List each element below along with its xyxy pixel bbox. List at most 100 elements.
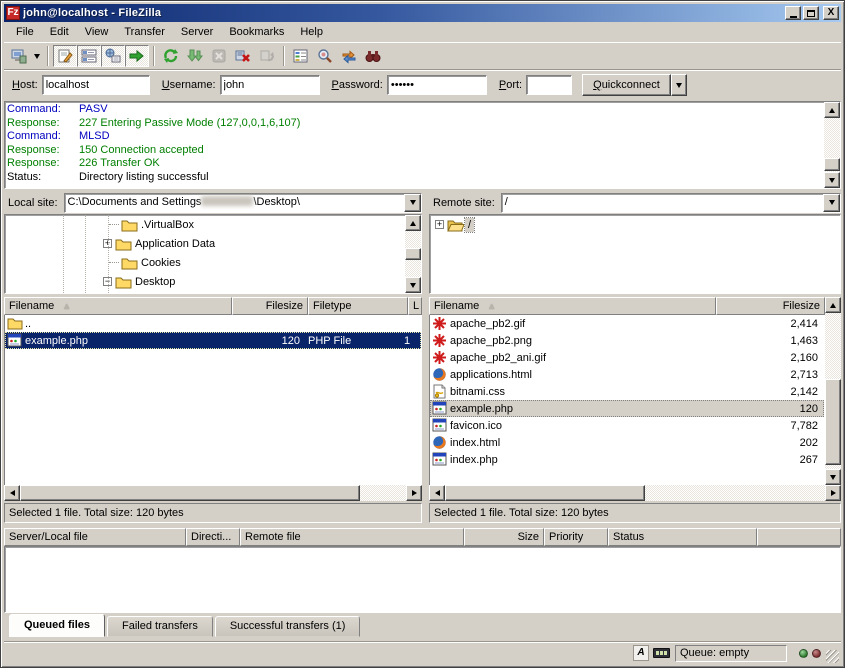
sort-asc-icon: ▲ (62, 301, 71, 311)
tree-item-root[interactable]: + / (430, 215, 840, 234)
cancel-operation-button[interactable] (207, 45, 231, 67)
scroll-down-button[interactable] (825, 469, 841, 485)
column-filesize[interactable]: Filesize (716, 297, 825, 315)
synchronized-browsing-button[interactable] (337, 45, 361, 67)
toggle-remote-treeview-button[interactable] (101, 45, 125, 67)
process-queue-button[interactable] (183, 45, 207, 67)
column-server-local-file[interactable]: Server/Local file (4, 528, 186, 546)
compare-directories-button[interactable] (313, 45, 337, 67)
column-filename[interactable]: Filename▲ (429, 297, 716, 315)
tree-item-application-data[interactable]: + Application Data (5, 234, 421, 253)
scroll-left-button[interactable] (4, 485, 20, 501)
scroll-up-button[interactable] (825, 297, 841, 313)
tab-queued-files[interactable]: Queued files (9, 614, 105, 637)
resize-grip[interactable] (826, 650, 839, 663)
tab-successful-transfers[interactable]: Successful transfers (1) (215, 616, 361, 637)
menu-view[interactable]: View (77, 23, 117, 41)
file-row[interactable]: apache_pb2_ani.gif 2,160 (430, 349, 824, 366)
scroll-up-button[interactable] (405, 215, 421, 231)
file-row[interactable]: apache_pb2.png 1,463 (430, 332, 824, 349)
scroll-right-button[interactable] (406, 485, 422, 501)
site-manager-dropdown[interactable] (31, 45, 43, 67)
message-log-box[interactable]: Command:PASV Response:227 Entering Passi… (4, 101, 841, 189)
local-hscrollbar[interactable] (4, 485, 422, 501)
queue-list[interactable] (4, 546, 841, 613)
file-row[interactable]: favicon.ico 7,782 (430, 417, 824, 434)
scroll-thumb[interactable] (825, 379, 841, 465)
remote-file-list[interactable]: apache_pb2.gif 2,414 apache_pb2.png 1,46… (429, 315, 825, 485)
remote-site-dropdown[interactable] (823, 194, 840, 212)
file-row-example-php[interactable]: example.php 120 PHP File 1 (5, 332, 421, 349)
scroll-down-button[interactable] (405, 277, 421, 293)
column-direction[interactable]: Directi... (186, 528, 240, 546)
username-input[interactable] (220, 75, 320, 95)
menu-transfer[interactable]: Transfer (116, 23, 173, 41)
tab-failed-transfers[interactable]: Failed transfers (107, 616, 213, 637)
scroll-down-button[interactable] (824, 172, 840, 188)
file-row[interactable]: bitnami.css 2,142 (430, 383, 824, 400)
column-filesize[interactable]: Filesize (232, 297, 308, 315)
directory-listing-filters-button[interactable] (289, 45, 313, 67)
close-button[interactable]: X (823, 6, 839, 20)
transfer-type-ascii-icon[interactable]: A (633, 645, 649, 661)
local-file-list[interactable]: .. example.php 120 PHP File 1 (4, 315, 422, 485)
reconnect-button[interactable] (255, 45, 279, 67)
toggle-transfer-queue-button[interactable] (125, 45, 149, 67)
data-led-red-icon (812, 649, 821, 658)
remote-tree[interactable]: + / (429, 214, 841, 294)
speed-limits-icon[interactable] (653, 648, 670, 658)
menu-edit[interactable]: Edit (42, 23, 77, 41)
host-input[interactable] (42, 75, 150, 95)
column-remote-file[interactable]: Remote file (240, 528, 464, 546)
password-label: Password: (332, 79, 383, 91)
toggle-message-log-button[interactable] (53, 45, 77, 67)
menu-bookmarks[interactable]: Bookmarks (221, 23, 292, 41)
scroll-left-button[interactable] (429, 485, 445, 501)
tree-item-desktop[interactable]: − Desktop (5, 272, 421, 291)
panel-splitter[interactable] (422, 192, 429, 523)
local-tree-scrollbar[interactable] (405, 215, 421, 293)
menu-file[interactable]: File (8, 23, 42, 41)
file-row-selected[interactable]: example.php 120 (430, 400, 824, 417)
password-input[interactable] (387, 75, 487, 95)
tree-item-virtualbox[interactable]: .VirtualBox (5, 215, 421, 234)
scroll-thumb[interactable] (20, 485, 360, 501)
quickconnect-button[interactable]: Quickconnect (582, 74, 671, 96)
scroll-thumb[interactable] (445, 485, 645, 501)
column-priority[interactable]: Priority (544, 528, 608, 546)
toggle-local-treeview-button[interactable] (77, 45, 101, 67)
maximize-button[interactable] (803, 6, 819, 20)
file-row[interactable]: index.html 202 (430, 434, 824, 451)
quickconnect-dropdown[interactable] (671, 74, 687, 96)
minimize-button[interactable] (785, 6, 801, 20)
expand-icon[interactable]: + (435, 220, 444, 229)
refresh-button[interactable] (159, 45, 183, 67)
menu-server[interactable]: Server (173, 23, 221, 41)
remote-hscrollbar[interactable] (429, 485, 841, 501)
file-row-up[interactable]: .. (5, 315, 421, 332)
file-row[interactable]: index.php 267 (430, 451, 824, 468)
scroll-up-button[interactable] (824, 102, 840, 118)
file-row[interactable]: applications.html 2,713 (430, 366, 824, 383)
local-site-dropdown[interactable] (404, 194, 421, 212)
column-filetype[interactable]: Filetype (308, 297, 408, 315)
local-tree[interactable]: .VirtualBox + Application Data Cookies −… (4, 214, 422, 294)
site-manager-button[interactable] (7, 45, 31, 67)
column-last-modified[interactable]: L (408, 297, 422, 315)
find-files-button[interactable] (361, 45, 385, 67)
remote-list-scrollbar[interactable] (825, 297, 841, 485)
port-input[interactable] (526, 75, 572, 95)
scroll-thumb[interactable] (405, 248, 421, 260)
local-site-combo[interactable]: C:\Documents and Settings\Desktop\ (64, 193, 422, 213)
scroll-right-button[interactable] (825, 485, 841, 501)
column-size[interactable]: Size (464, 528, 544, 546)
tree-item-cookies[interactable]: Cookies (5, 253, 421, 272)
log-scrollbar[interactable] (824, 102, 840, 188)
remote-site-combo[interactable]: / (501, 193, 841, 213)
file-row[interactable]: apache_pb2.gif 2,414 (430, 315, 824, 332)
column-filename[interactable]: Filename▲ (4, 297, 232, 315)
menu-help[interactable]: Help (292, 23, 331, 41)
column-status[interactable]: Status (608, 528, 757, 546)
disconnect-button[interactable] (231, 45, 255, 67)
scroll-thumb[interactable] (824, 158, 840, 171)
